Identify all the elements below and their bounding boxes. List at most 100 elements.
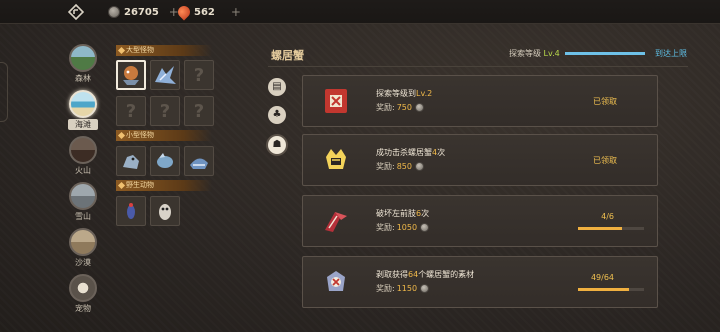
monster-kill-icon [319, 143, 353, 177]
zone-tab-forest[interactable]: 森林 [68, 44, 98, 84]
small-beast-icon [190, 158, 208, 169]
task-progress-fill [578, 227, 623, 230]
task-reward: 奖励: 1150 [376, 283, 430, 294]
small-fish-monster-icon [157, 153, 173, 168]
coin-icon [108, 6, 120, 18]
volcano-icon [69, 136, 97, 164]
small-monster-slot-2[interactable] [150, 146, 180, 176]
task-name-highlight: Lv.2 [416, 89, 433, 98]
monster-slot-locked[interactable]: ? [184, 60, 214, 90]
coin-icon [420, 284, 430, 293]
category-wildlife: 野生动物 [116, 180, 212, 191]
task-progress-fill [578, 288, 629, 291]
claw-icon [319, 204, 353, 238]
material-icon [319, 265, 353, 299]
zone-tab-pet[interactable]: 宠物 [68, 274, 98, 314]
book-icon [319, 84, 353, 118]
task-name-text: 次 [421, 209, 430, 218]
task-reward: 奖励: 850 [376, 161, 424, 172]
task-item: 剥取获得64个螺居蟹的素材 奖励: 1150 49/64 [302, 256, 658, 308]
snow-mountain-icon [69, 182, 97, 210]
coin-icon [414, 162, 424, 171]
coin-icon [420, 223, 430, 232]
max-level-label: 到达上限 [655, 49, 687, 58]
monster-slot-locked[interactable]: ? [150, 96, 180, 126]
task-name-text: 个螺居蟹的素材 [418, 270, 475, 279]
small-monster-slot-3[interactable] [184, 146, 214, 176]
task-name-text: 剥取获得 [376, 270, 408, 279]
reward-label: 奖励: [376, 223, 395, 232]
wildlife-slot-2[interactable] [150, 196, 180, 226]
monster-slot-2[interactable] [150, 60, 180, 90]
task-item: 成功击杀螺居蟹4次 奖励: 850 已领取 [302, 134, 658, 186]
quest-tab-icon[interactable]: ☗ [268, 136, 286, 154]
zone-label: 雪山 [75, 212, 91, 221]
task-name: 剥取获得64个螺居蟹的素材 [376, 269, 474, 280]
monster-slot-hermitaur[interactable] [116, 60, 146, 90]
monster-slot-locked[interactable]: ? [116, 96, 146, 126]
zone-tab-snow[interactable]: 雪山 [68, 182, 98, 222]
gem-amount: 562 [194, 6, 215, 18]
info-tab-icon[interactable]: ▤ [268, 78, 286, 96]
reward-amount: 1150 [396, 284, 418, 293]
hermit-crab-icon [123, 66, 139, 85]
task-name-highlight: 64 [408, 270, 419, 279]
game-logo-icon[interactable] [67, 3, 85, 21]
reward-amount: 1050 [396, 223, 418, 232]
zone-label: 沙漠 [75, 258, 91, 267]
gem-counter: 562 + [175, 3, 241, 21]
zone-label: 森林 [75, 74, 91, 83]
reward-label: 奖励: [376, 284, 395, 293]
task-name-text: 探索等级到 [376, 89, 416, 98]
task-progress-text: 4/6 [601, 212, 614, 221]
reward-amount: 850 [396, 162, 412, 171]
task-name-text: 成功击杀螺居蟹 [376, 148, 432, 157]
task-progress-text: 49/64 [590, 273, 614, 282]
task-name-text: 次 [437, 148, 446, 157]
wildlife-slot-1[interactable] [116, 196, 146, 226]
pet-icon [69, 274, 97, 302]
task-name: 成功击杀螺居蟹4次 [376, 147, 445, 158]
task-name-text: 破坏左前肢 [376, 209, 416, 218]
coin-amount: 26705 [124, 6, 159, 18]
header-divider [268, 66, 688, 67]
monster-slot-locked[interactable]: ? [184, 96, 214, 126]
exploration-level-value: Lv.4 [543, 49, 560, 58]
reward-label: 奖励: [376, 162, 395, 171]
category-large-monsters: 大型怪物 [116, 45, 212, 56]
zone-label: 海滩 [68, 119, 98, 130]
exploration-level-fill [565, 52, 645, 55]
task-name: 探索等级到Lv.2 [376, 88, 432, 99]
task-status-claimed: 已领取 [593, 97, 617, 106]
add-gem-button[interactable]: + [231, 5, 241, 19]
beach-icon [69, 90, 97, 118]
task-item: 探索等级到Lv.2 奖励: 750 已领取 [302, 75, 658, 127]
exploration-level: 探索等级 Lv.4 [509, 48, 560, 59]
blue-wyvern-icon [155, 66, 176, 84]
task-reward: 奖励: 750 [376, 102, 424, 113]
zone-label: 宠物 [75, 304, 91, 313]
gem-icon [175, 3, 193, 21]
coin-icon [414, 103, 424, 112]
zone-tab-beach[interactable]: 海滩 [68, 90, 98, 130]
reward-label: 奖励: [376, 103, 395, 112]
zone-tab-volcano[interactable]: 火山 [68, 136, 98, 176]
task-item: 破坏左前肢6次 奖励: 1050 4/6 [302, 195, 658, 247]
zone-tab-desert[interactable]: 沙漠 [68, 228, 98, 268]
exploration-level-label: 探索等级 [509, 49, 541, 58]
task-reward: 奖励: 1050 [376, 222, 430, 233]
side-collapse-handle[interactable] [0, 62, 8, 122]
insect-icon [127, 203, 135, 219]
desert-icon [69, 228, 97, 256]
coin-counter: 26705 + [108, 4, 179, 20]
top-bar: 26705 + 562 + [0, 0, 720, 24]
task-progress-bar [578, 227, 644, 230]
exploration-level-bar [565, 52, 645, 55]
zone-label: 火山 [75, 166, 91, 175]
owl-icon [159, 204, 171, 220]
monster-title: 螺居蟹 [271, 49, 304, 62]
task-name: 破坏左前肢6次 [376, 208, 429, 219]
task-progress-bar [578, 288, 644, 291]
materials-tab-icon[interactable]: ♣ [268, 106, 286, 124]
small-monster-slot-1[interactable] [116, 146, 146, 176]
